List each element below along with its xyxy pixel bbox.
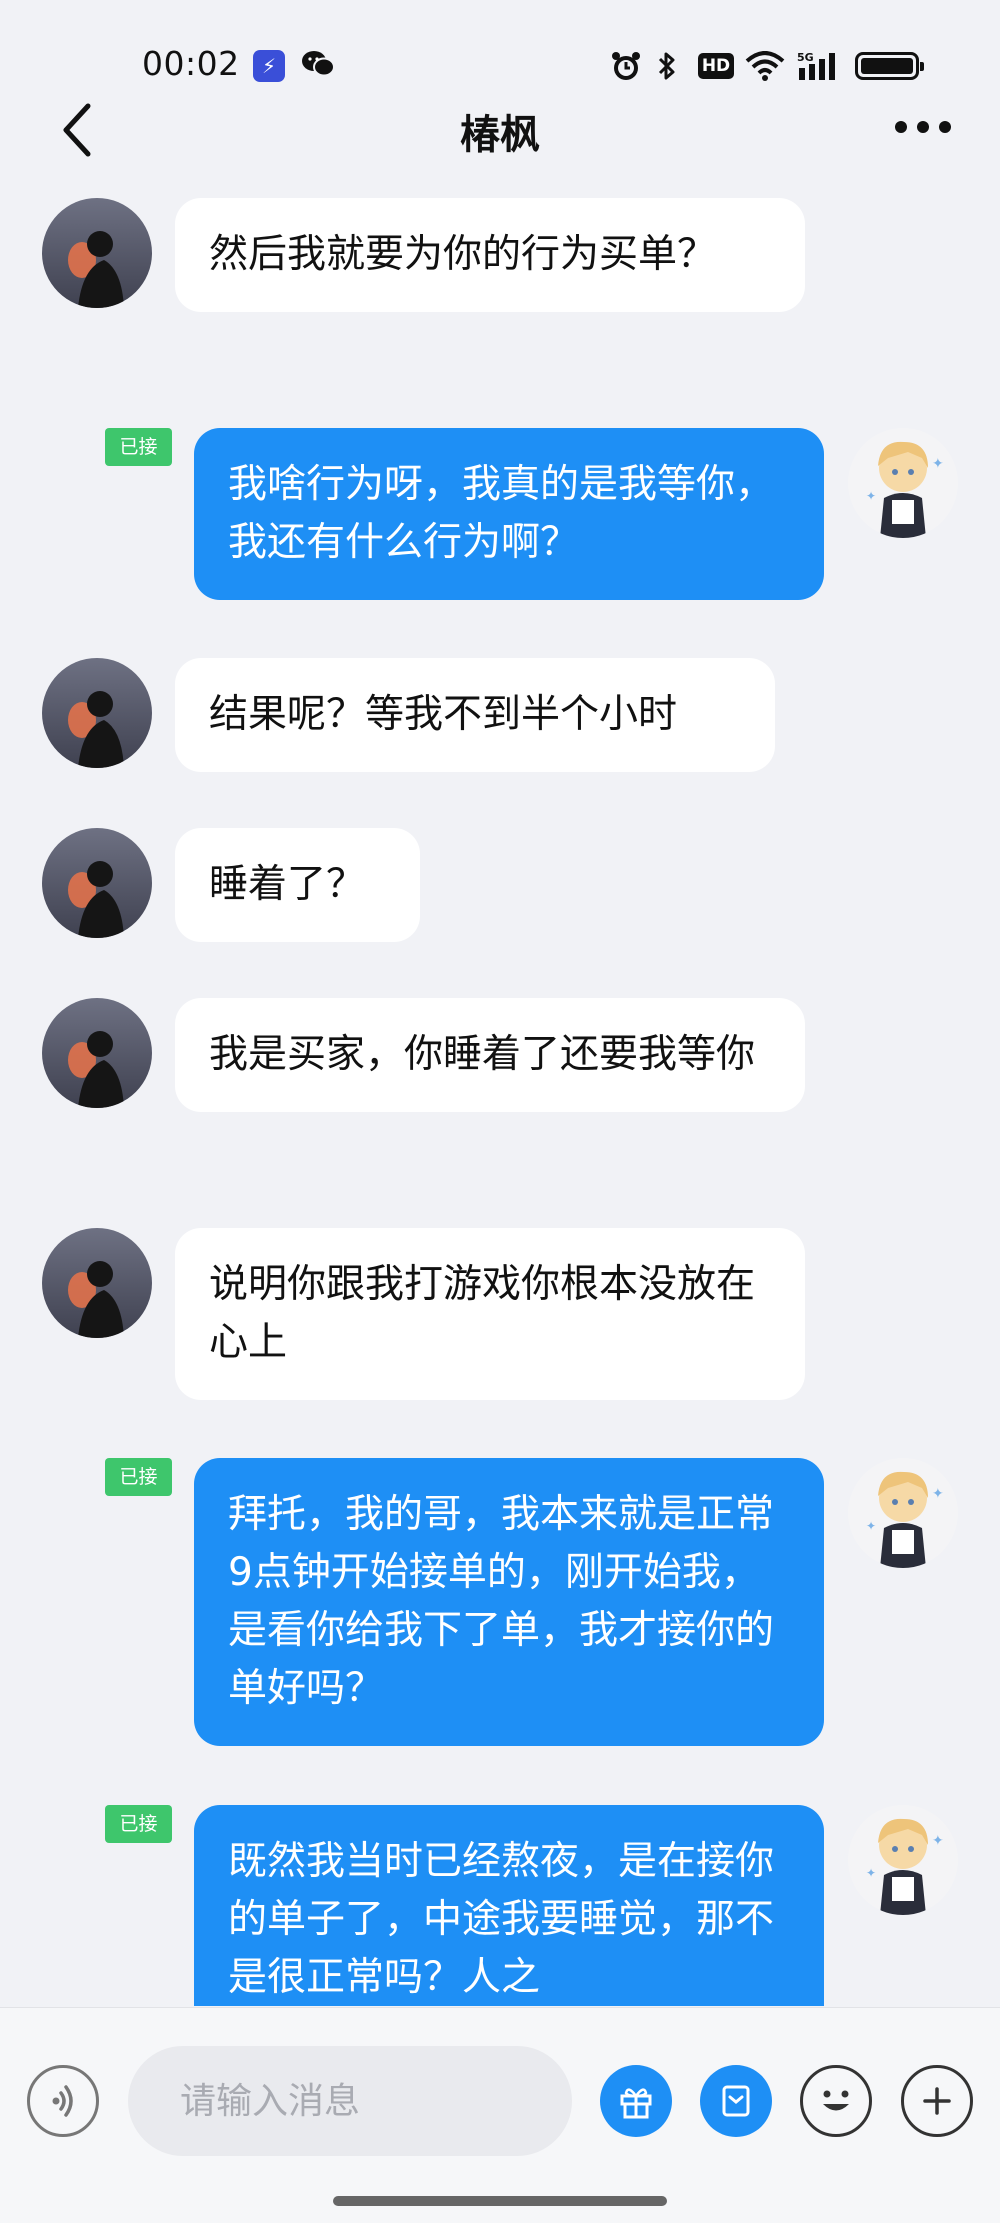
svg-text:✦: ✦ <box>932 1486 944 1502</box>
message-bubble-incoming[interactable]: 说明你跟我打游戏你根本没放在心上 <box>175 1228 805 1400</box>
coupon-icon[interactable] <box>700 2065 772 2137</box>
svg-text:✦: ✦ <box>866 1519 876 1533</box>
svg-text:✦: ✦ <box>932 1833 944 1849</box>
message-bubble-outgoing[interactable]: 拜托，我的哥，我本来就是正常9点钟开始接单的，刚开始我，是看你给我下了单，我才接… <box>194 1458 824 1746</box>
svg-text:✦: ✦ <box>866 489 876 503</box>
accepted-badge: 已接 <box>105 428 172 466</box>
message-input-bar <box>0 2007 1000 2223</box>
svg-text:✦: ✦ <box>866 1866 876 1880</box>
message-bubble-incoming[interactable]: 然后我就要为你的行为买单？ <box>175 198 805 312</box>
message-input[interactable] <box>128 2046 572 2156</box>
contact-avatar[interactable] <box>42 998 152 1108</box>
accepted-badge: 已接 <box>105 1458 172 1496</box>
message-bubble-outgoing[interactable]: 我啥行为呀，我真的是我等你，我还有什么行为啊？ <box>194 428 824 600</box>
svg-text:✦: ✦ <box>932 456 944 472</box>
message-bubble-incoming[interactable]: 睡着了？ <box>175 828 420 942</box>
my-avatar[interactable]: ✦ ✦ <box>848 1458 958 1568</box>
gift-icon[interactable] <box>600 2065 672 2137</box>
home-indicator[interactable] <box>333 2196 667 2206</box>
voice-input-icon[interactable] <box>27 2065 99 2137</box>
my-avatar[interactable]: ✦ ✦ <box>848 1805 958 1915</box>
contact-avatar[interactable] <box>42 1228 152 1338</box>
message-bubble-incoming[interactable]: 结果呢？等我不到半个小时 <box>175 658 775 772</box>
accepted-badge: 已接 <box>105 1805 172 1843</box>
contact-avatar[interactable] <box>42 658 152 768</box>
my-avatar[interactable]: ✦ ✦ <box>848 428 958 538</box>
more-plus-icon[interactable] <box>901 2065 973 2137</box>
contact-avatar[interactable] <box>42 198 152 308</box>
message-list[interactable]: 然后我就要为你的行为买单？ 已接 我啥行为呀，我真的是我等你，我还有什么行为啊？… <box>0 0 1000 2006</box>
contact-avatar[interactable] <box>42 828 152 938</box>
emoji-icon[interactable] <box>800 2065 872 2137</box>
message-bubble-incoming[interactable]: 我是买家，你睡着了还要我等你 <box>175 998 805 1112</box>
message-bubble-outgoing[interactable]: 既然我当时已经熬夜，是在接你的单子了，中途我要睡觉，那不是很正常吗？人之 <box>194 1805 824 2006</box>
